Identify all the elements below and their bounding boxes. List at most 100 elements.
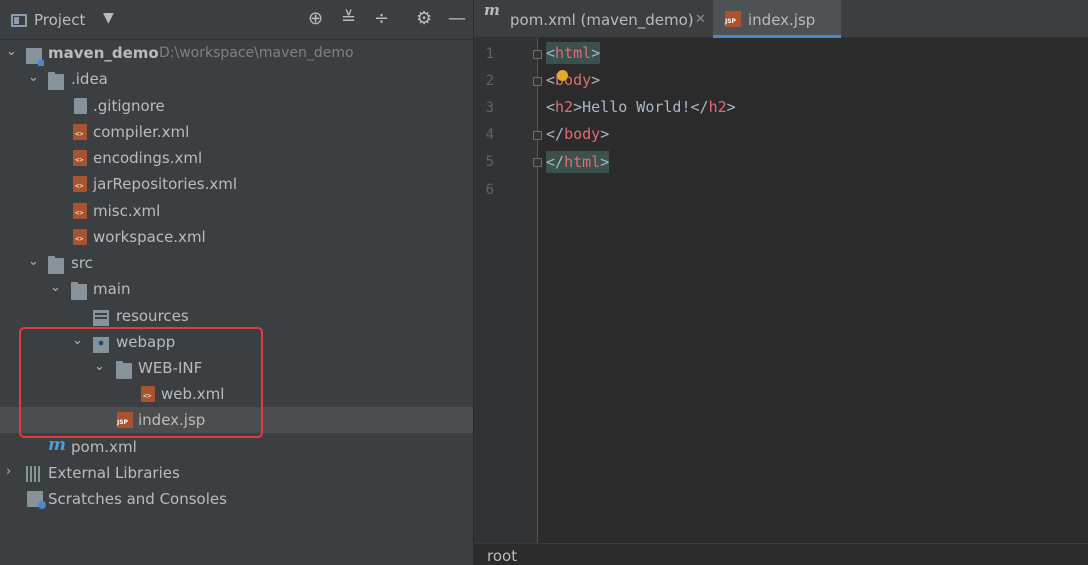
tree-item-misc-xml[interactable]: misc.xml bbox=[0, 198, 473, 224]
tree-item-resources[interactable]: resources bbox=[0, 303, 473, 329]
tree-item-idea[interactable]: ⌄ .idea bbox=[0, 66, 473, 92]
code-token: > bbox=[726, 98, 736, 116]
editor-breadcrumb-bar: root bbox=[474, 543, 1088, 565]
code-token: > bbox=[591, 71, 601, 89]
highlight-annotation-box bbox=[19, 327, 263, 438]
code-line-3[interactable]: <h2>Hello World!</h2> bbox=[546, 96, 736, 118]
code-line-1[interactable]: <html> bbox=[546, 42, 601, 64]
tree-item-workspace-xml[interactable]: workspace.xml bbox=[0, 224, 473, 250]
code-token: </ bbox=[546, 125, 565, 143]
xml-file-icon bbox=[73, 176, 87, 192]
tree-item-label: workspace.xml bbox=[93, 228, 206, 246]
text-file-icon bbox=[74, 98, 87, 114]
expand-icon[interactable]: ÷ bbox=[374, 9, 389, 29]
tree-item-gitignore[interactable]: .gitignore bbox=[0, 93, 473, 119]
code-token: < bbox=[546, 71, 556, 89]
close-icon[interactable]: ✕ bbox=[695, 0, 709, 38]
chevron-down-icon[interactable]: ⌄ bbox=[50, 280, 61, 295]
tree-item-src[interactable]: ⌄ src bbox=[0, 250, 473, 276]
tree-item-label: misc.xml bbox=[93, 202, 161, 220]
code-line-5[interactable]: </html> bbox=[546, 151, 610, 173]
chevron-down-icon[interactable]: ⌄ bbox=[6, 44, 17, 59]
tag-name-token: h2 bbox=[708, 98, 727, 116]
tree-item-label: .idea bbox=[71, 70, 108, 88]
breadcrumb[interactable]: root bbox=[487, 547, 517, 565]
editor-panel: m pom.xml (maven_demo) index.jsp ✕ 1 2 3… bbox=[474, 0, 1088, 565]
fold-marker-icon[interactable] bbox=[533, 50, 542, 59]
tree-item-external-libraries[interactable]: › External Libraries bbox=[0, 460, 473, 486]
editor-gutter: 1 2 3 4 5 6 bbox=[474, 38, 538, 543]
project-panel-title[interactable]: Project bbox=[34, 11, 85, 29]
fold-marker-icon[interactable] bbox=[533, 131, 542, 140]
libraries-icon bbox=[26, 466, 42, 482]
tab-label: index.jsp bbox=[748, 11, 816, 29]
tree-item-jarrepositories-xml[interactable]: jarRepositories.xml bbox=[0, 171, 473, 197]
tag-name-token: html bbox=[555, 44, 592, 62]
tree-item-label: pom.xml bbox=[71, 438, 137, 456]
crosshair-icon[interactable]: ⊕ bbox=[308, 9, 323, 29]
tree-item-label: External Libraries bbox=[48, 464, 180, 482]
fold-marker-icon[interactable] bbox=[533, 77, 542, 86]
module-folder-icon bbox=[26, 48, 44, 66]
tree-item-encodings-xml[interactable]: encodings.xml bbox=[0, 145, 473, 171]
text-token: Hello World! bbox=[582, 98, 691, 116]
line-number: 2 bbox=[485, 73, 494, 89]
code-token: < bbox=[546, 44, 556, 62]
code-token: > bbox=[573, 98, 583, 116]
chevron-down-icon[interactable]: ▼ bbox=[103, 10, 114, 26]
minimize-icon[interactable]: — bbox=[448, 9, 466, 29]
tree-item-scratches[interactable]: Scratches and Consoles bbox=[0, 486, 473, 512]
xml-file-icon bbox=[73, 203, 87, 219]
folder-icon bbox=[48, 256, 64, 274]
jsp-file-icon bbox=[725, 11, 741, 27]
tab-pom-xml[interactable]: m pom.xml (maven_demo) bbox=[474, 0, 712, 38]
tree-item-label: resources bbox=[116, 307, 189, 325]
maven-icon: m bbox=[48, 435, 66, 455]
resources-folder-icon bbox=[93, 310, 109, 326]
xml-file-icon bbox=[73, 229, 87, 245]
xml-file-icon bbox=[73, 124, 87, 140]
tab-index-jsp[interactable]: index.jsp bbox=[713, 0, 841, 38]
collapse-all-icon[interactable]: ≚ bbox=[341, 9, 356, 29]
tree-item-label: main bbox=[93, 280, 131, 298]
tag-name-token: body bbox=[564, 125, 601, 143]
project-panel-header: Project ▼ ⊕ ≚ ÷ ⚙ — bbox=[0, 0, 473, 40]
tree-item-path: D:\workspace\maven_demo bbox=[159, 45, 354, 61]
tree-item-main[interactable]: ⌄ main bbox=[0, 276, 473, 302]
editor-tab-bar: m pom.xml (maven_demo) index.jsp ✕ bbox=[474, 0, 1088, 38]
tree-item-label: Scratches and Consoles bbox=[48, 490, 227, 508]
scratches-icon bbox=[27, 491, 46, 509]
chevron-down-icon[interactable]: ⌄ bbox=[28, 254, 39, 269]
intention-bulb-icon[interactable] bbox=[557, 70, 568, 81]
gutter-separator bbox=[537, 38, 538, 543]
xml-file-icon bbox=[73, 150, 87, 166]
line-number: 5 bbox=[485, 154, 494, 170]
gear-icon[interactable]: ⚙ bbox=[416, 9, 432, 29]
code-token: > bbox=[600, 153, 610, 171]
tree-item-maven-demo[interactable]: ⌄ maven_demo D:\workspace\maven_demo bbox=[0, 40, 473, 66]
code-line-4[interactable]: </body> bbox=[546, 123, 609, 145]
code-line-2[interactable]: <body> bbox=[546, 69, 600, 91]
tab-label: pom.xml (maven_demo) bbox=[510, 11, 694, 29]
tree-item-label: .gitignore bbox=[93, 97, 165, 115]
maven-icon: m bbox=[484, 1, 500, 19]
code-token: </ bbox=[546, 153, 565, 171]
line-number: 3 bbox=[485, 100, 494, 116]
tree-item-label: src bbox=[71, 254, 93, 272]
tree-item-label: compiler.xml bbox=[93, 123, 190, 141]
tree-item-label: maven_demo bbox=[48, 44, 159, 62]
tag-name-token: html bbox=[564, 153, 601, 171]
code-token: > bbox=[591, 44, 601, 62]
line-number: 1 bbox=[485, 46, 494, 62]
tree-item-compiler-xml[interactable]: compiler.xml bbox=[0, 119, 473, 145]
chevron-right-icon[interactable]: › bbox=[6, 464, 11, 479]
fold-marker-icon[interactable] bbox=[533, 158, 542, 167]
folder-icon bbox=[48, 72, 64, 90]
tree-item-label: encodings.xml bbox=[93, 149, 203, 167]
code-token: > bbox=[600, 125, 610, 143]
project-window-icon bbox=[11, 14, 27, 27]
code-token: < bbox=[546, 98, 556, 116]
chevron-down-icon[interactable]: ⌄ bbox=[28, 70, 39, 85]
tree-item-label: jarRepositories.xml bbox=[93, 175, 238, 193]
project-panel: Project ▼ ⊕ ≚ ÷ ⚙ — ⌄ maven_demo D:\work… bbox=[0, 0, 473, 565]
